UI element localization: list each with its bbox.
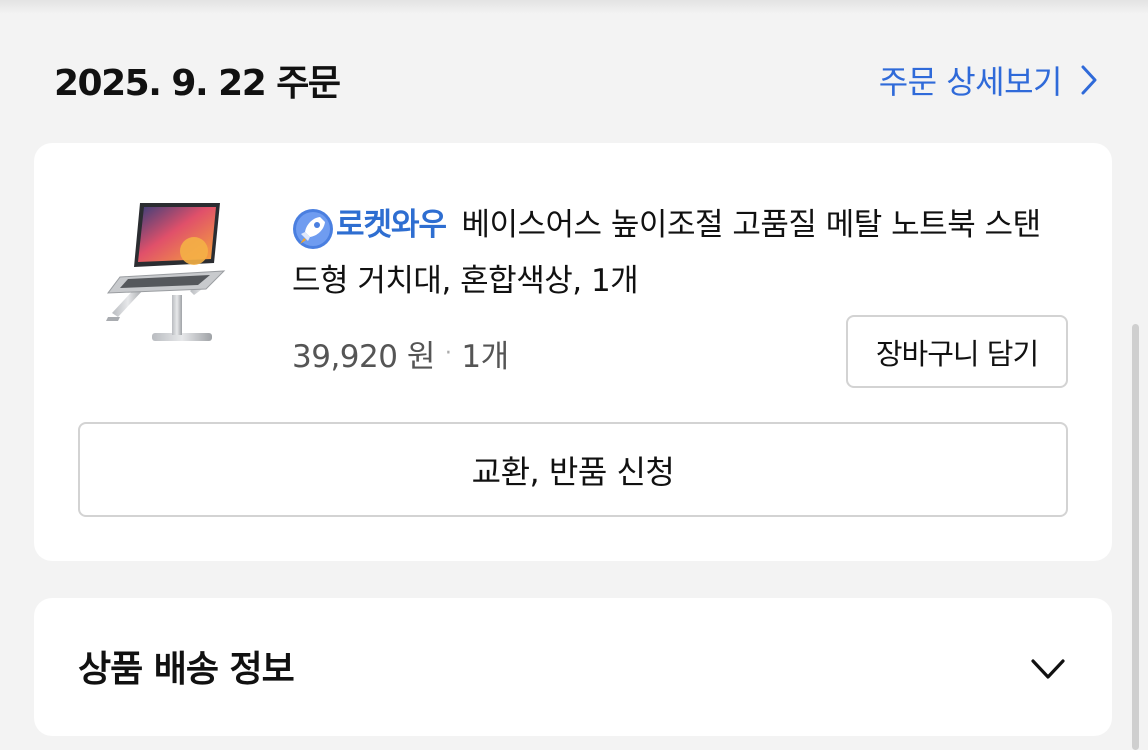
- product-quantity: 1개: [461, 338, 509, 375]
- order-detail-label: 주문 상세보기: [878, 63, 1063, 101]
- product-price: 39,920 원: [292, 338, 435, 375]
- chevron-right-icon: [1081, 65, 1097, 95]
- price-separator-dot: ·: [444, 340, 452, 366]
- shipping-info-card[interactable]: 상품 배송 정보: [34, 598, 1112, 736]
- order-product-card: 로켓와우 베이스어스 높이조절 고품질 메탈 노트북 스탠드형 거치대, 혼합색…: [34, 143, 1112, 561]
- rocket-wow-icon: [293, 208, 333, 249]
- exchange-return-button[interactable]: 교환, 반품 신청: [78, 422, 1068, 517]
- order-header: 2025. 9. 22 주문 주문 상세보기: [54, 52, 1098, 108]
- top-shadow: [0, 0, 1148, 14]
- add-to-cart-button[interactable]: 장바구니 담기: [846, 315, 1068, 388]
- order-date-title: 2025. 9. 22 주문: [54, 63, 341, 104]
- chevron-down-icon[interactable]: [1028, 650, 1068, 690]
- rocket-wow-label: 로켓와우: [336, 207, 447, 243]
- scrollbar[interactable]: [1132, 324, 1139, 750]
- rocket-wow-badge: 로켓와우: [292, 197, 447, 253]
- product-image[interactable]: [98, 191, 274, 361]
- order-detail-link[interactable]: 주문 상세보기: [879, 57, 1098, 103]
- product-info: 로켓와우 베이스어스 높이조절 고품질 메탈 노트북 스탠드형 거치대, 혼합색…: [292, 197, 1052, 309]
- price-row: 39,920 원 · 1개: [292, 329, 509, 377]
- order-page: 2025. 9. 22 주문 주문 상세보기 로켓와우 베이스어스 높이조절 고…: [0, 0, 1148, 750]
- product-title-block[interactable]: 로켓와우 베이스어스 높이조절 고품질 메탈 노트북 스탠드형 거치대, 혼합색…: [292, 197, 1052, 309]
- shipping-info-title: 상품 배송 정보: [78, 649, 295, 690]
